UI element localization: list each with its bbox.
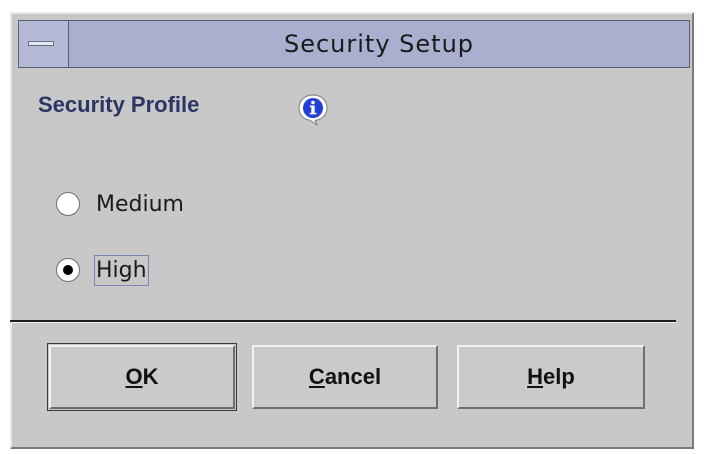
cancel-mnemonic: C [308, 364, 325, 389]
window-title: Security Setup [283, 30, 475, 58]
radio-label-high[interactable]: High [94, 254, 149, 286]
help-button[interactable]: Help [457, 345, 645, 409]
radio-label-medium[interactable]: Medium [94, 189, 186, 220]
separator-highlight [10, 322, 676, 323]
ok-mnemonic: O [125, 364, 143, 389]
cancel-label-rest: ancel [324, 364, 382, 389]
title-bar[interactable]: Security Setup [18, 20, 690, 68]
ok-button[interactable]: OK [49, 345, 235, 409]
window-menu-button[interactable] [19, 21, 69, 67]
radio-button-medium[interactable] [56, 192, 80, 216]
radio-button-high[interactable] [56, 258, 80, 282]
cancel-button[interactable]: Cancel [252, 345, 438, 409]
ok-label-rest: K [142, 364, 159, 389]
help-label-rest: elp [543, 364, 575, 389]
radio-option-high[interactable]: High [56, 252, 149, 288]
info-icon[interactable] [296, 93, 330, 127]
radio-option-medium[interactable]: Medium [56, 186, 186, 222]
help-mnemonic: H [527, 364, 544, 389]
window-menu-icon [28, 41, 54, 46]
security-profile-heading: Security Profile [38, 92, 200, 117]
